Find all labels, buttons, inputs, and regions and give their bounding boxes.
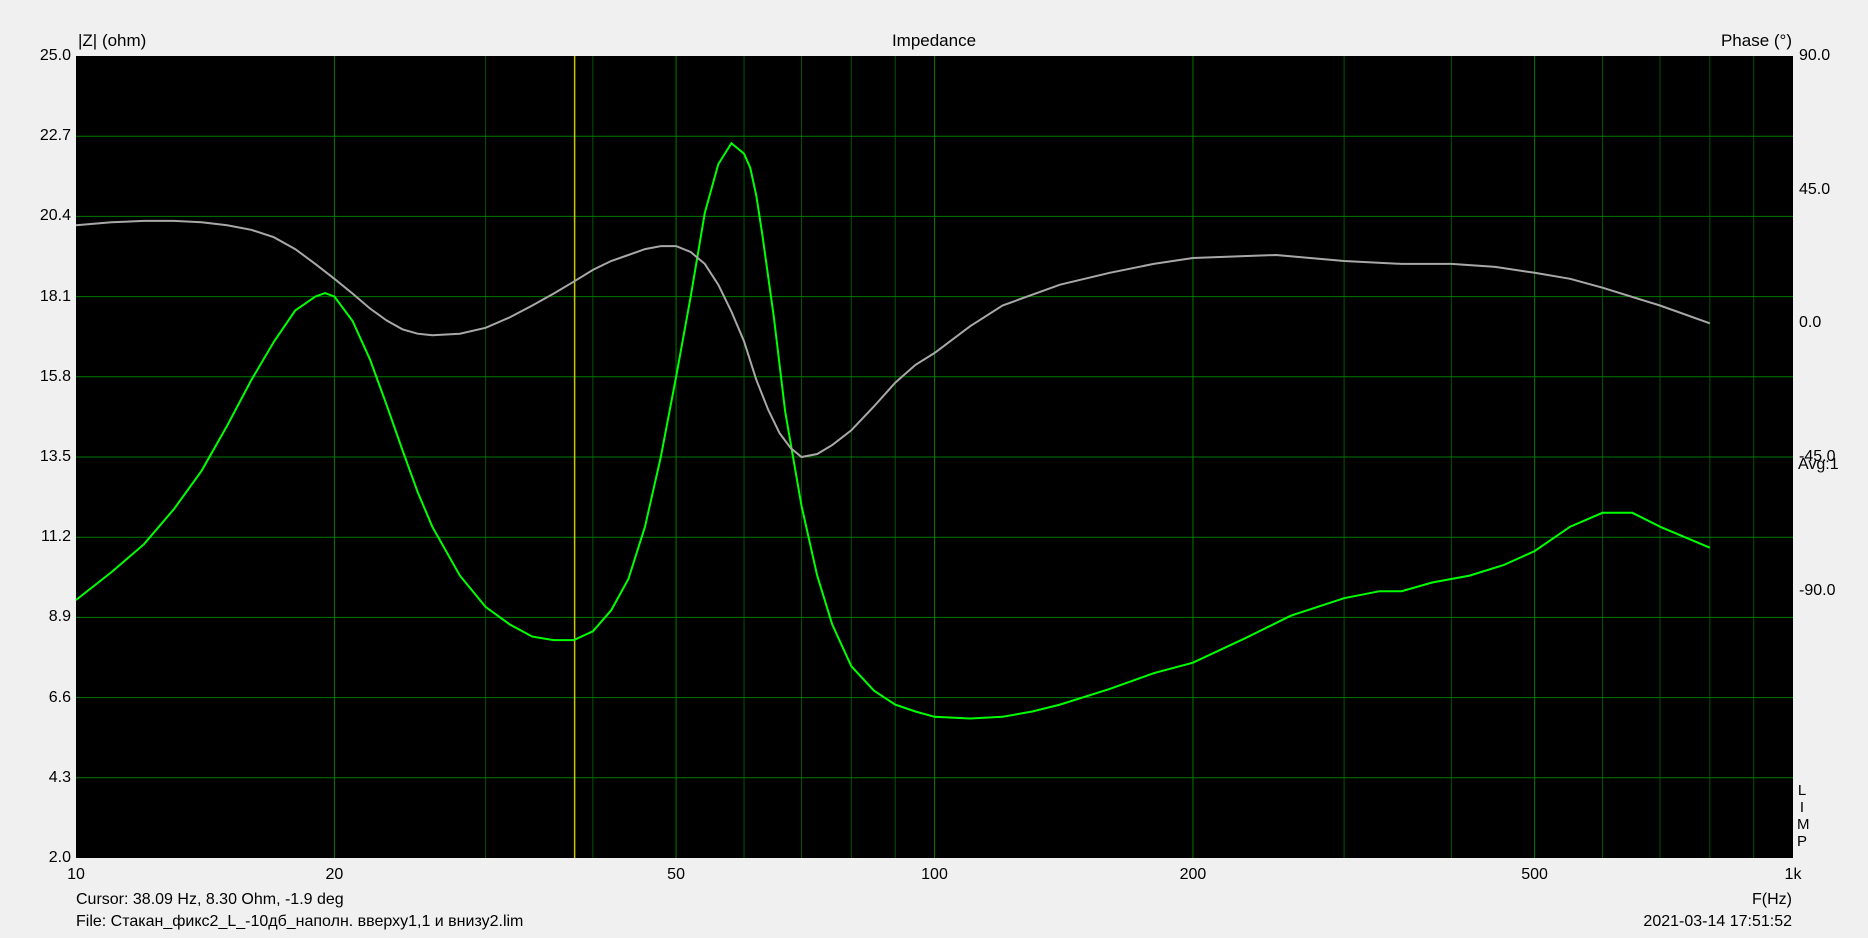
y-left-tick-label: 2.0 — [48, 849, 71, 866]
y-right-tick-label: 90.0 — [1799, 47, 1831, 64]
x-axis-label: F(Hz) — [1752, 891, 1792, 908]
lim-letter: P — [1797, 833, 1808, 850]
y-left-tick-label: 8.9 — [48, 608, 71, 626]
impedance-chart — [75, 56, 1793, 858]
x-tick-label: 100 — [921, 866, 948, 883]
y-axis-left-label: |Z| (ohm) — [78, 31, 147, 50]
y-right-tick-label: 0.0 — [1799, 314, 1822, 332]
x-tick-label: 200 — [1179, 866, 1207, 883]
y-right-tick-label: 45.0 — [1799, 180, 1831, 198]
y-axis-right-label: Phase (°) — [1720, 31, 1792, 50]
file-name: File: Стакан_фикс2_L_-10дб_наполн. вверх… — [76, 913, 524, 930]
x-tick-label: 500 — [1521, 866, 1548, 883]
y-left-tick-label: 13.5 — [39, 448, 71, 465]
cursor-readout: Cursor: 38.09 Hz, 8.30 Ohm, -1.9 deg — [76, 891, 344, 908]
y-left-tick-label: 20.4 — [39, 207, 71, 225]
chart-title: Impedance — [891, 31, 977, 50]
timestamp: 2021-03-14 17:51:52 — [1643, 913, 1792, 930]
y-left-tick-label: 22.7 — [39, 127, 71, 145]
x-tick-label: 50 — [667, 866, 685, 883]
lim-letter: I — [1799, 799, 1805, 816]
x-tick-label: 10 — [67, 866, 85, 883]
lim-letter: M — [1797, 816, 1810, 833]
lim-letter: L — [1797, 782, 1807, 799]
lim-label: L I M P — [1797, 782, 1810, 850]
y-left-tick-label: 4.3 — [48, 768, 71, 786]
x-tick-label: 1k — [1784, 866, 1802, 883]
y-left-tick-label: 18.1 — [39, 287, 71, 305]
y-left-tick-label: 25.0 — [39, 47, 71, 64]
x-tick-label: 20 — [325, 866, 344, 883]
y-right-tick-label: -90.0 — [1799, 581, 1836, 599]
avg-label: Avg:1 — [1798, 456, 1839, 473]
y-left-tick-label: 11.2 — [41, 528, 71, 546]
y-left-tick-label: 15.8 — [39, 367, 71, 385]
y-left-tick-label: 6.6 — [48, 688, 71, 706]
